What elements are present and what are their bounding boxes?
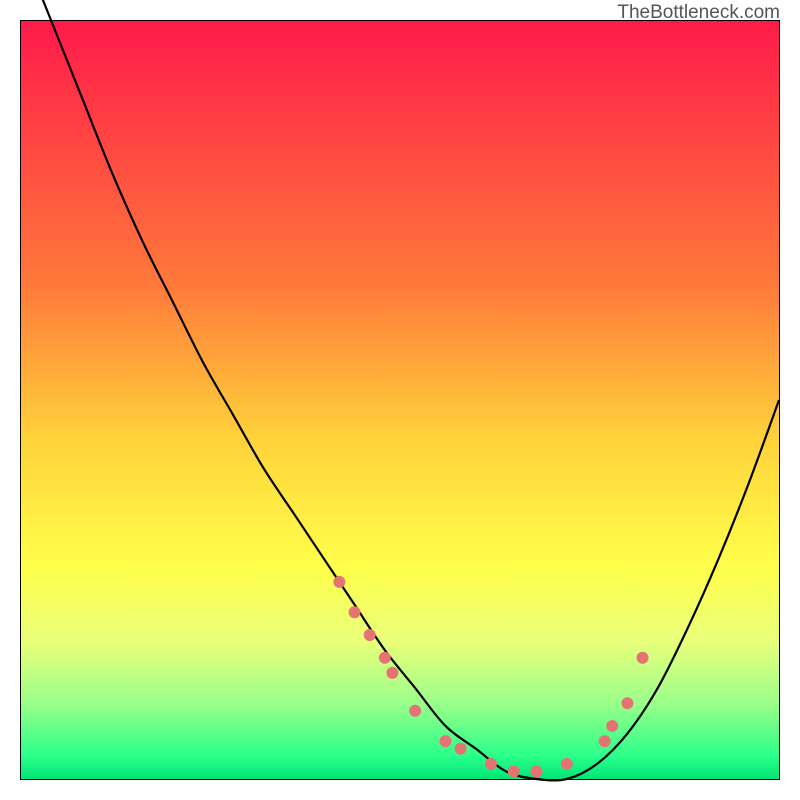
marker-point xyxy=(599,735,611,747)
bottleneck-curve xyxy=(21,0,779,780)
marker-point xyxy=(364,629,376,641)
marker-point xyxy=(508,765,520,777)
marker-point xyxy=(386,667,398,679)
marker-point xyxy=(485,758,497,770)
marker-point xyxy=(637,652,649,664)
marker-point xyxy=(333,576,345,588)
highlight-points xyxy=(333,576,648,777)
marker-point xyxy=(439,735,451,747)
marker-point xyxy=(349,606,361,618)
curve-layer xyxy=(21,21,779,779)
marker-point xyxy=(409,705,421,717)
plot-area xyxy=(20,20,780,780)
chart-container: TheBottleneck.com xyxy=(0,0,800,800)
marker-point xyxy=(561,758,573,770)
marker-point xyxy=(530,765,542,777)
marker-point xyxy=(621,697,633,709)
marker-point xyxy=(379,652,391,664)
marker-point xyxy=(606,720,618,732)
marker-point xyxy=(455,743,467,755)
